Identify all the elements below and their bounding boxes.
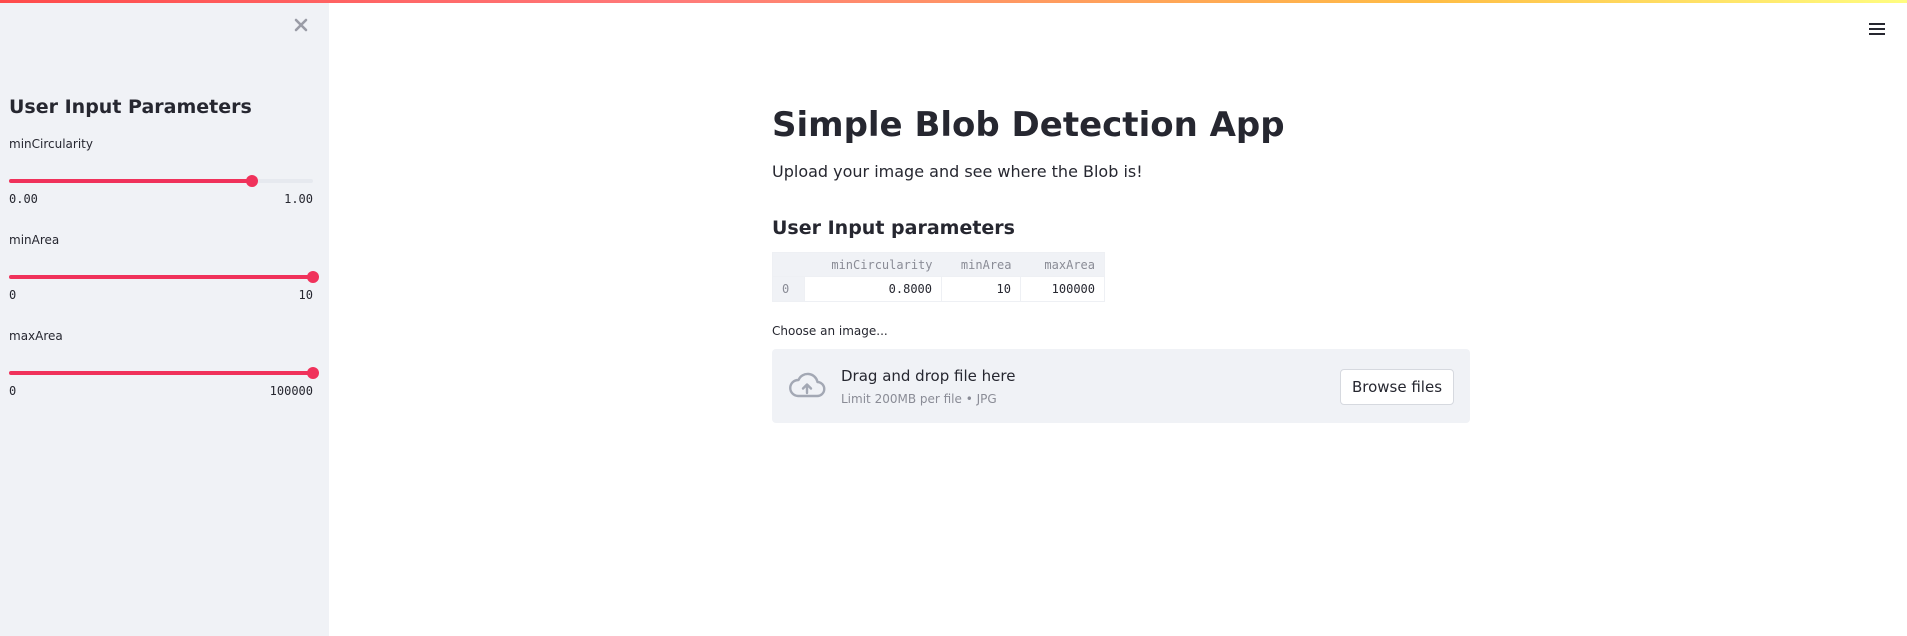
row-index: 0 (772, 276, 805, 302)
sidebar-close-button[interactable] (290, 14, 312, 36)
uploader-label: Choose an image... (772, 324, 888, 338)
sidebar-title: User Input Parameters (9, 96, 252, 118)
column-header[interactable]: minArea (941, 252, 1021, 277)
slider-min-label: 0.00 (9, 192, 38, 206)
slider-label: minCircularity (9, 137, 93, 151)
sidebar: User Input Parameters minCircularity 0.0… (0, 0, 329, 636)
page-title: Simple Blob Detection App (772, 105, 1285, 145)
page-subtitle: Upload your image and see where the Blob… (772, 162, 1143, 181)
slider-fill (9, 179, 253, 183)
slider-track[interactable] (9, 270, 319, 284)
cloud-upload-icon (789, 372, 826, 398)
slider-range-labels: 0 10 (9, 288, 313, 304)
slider-thumb[interactable] (246, 175, 259, 187)
slider-label: minArea (9, 233, 60, 247)
slider-min-circularity: minCircularity 0.00 1.00 (9, 136, 313, 208)
dropzone-instructions: Drag and drop file here (841, 367, 1016, 385)
slider-max-area: maxArea 0 100000 (9, 328, 319, 400)
slider-label: maxArea (9, 329, 63, 343)
top-decoration-bar (0, 0, 1907, 3)
slider-fill (9, 371, 313, 375)
slider-max-label: 100000 (269, 384, 313, 398)
file-dropzone[interactable]: Drag and drop file here Limit 200MB per … (772, 349, 1470, 423)
slider-thumb[interactable] (307, 271, 319, 283)
slider-max-label: 1.00 (284, 192, 313, 206)
close-icon (294, 18, 308, 32)
slider-thumb[interactable] (307, 367, 319, 379)
column-header[interactable]: minCircularity (804, 252, 942, 277)
column-header[interactable]: maxArea (1020, 252, 1105, 277)
slider-range-labels: 0 100000 (9, 384, 313, 400)
table-row: 0 0.8000 10 100000 (772, 276, 1105, 302)
slider-min-area: minArea 0 10 (9, 232, 319, 304)
slider-track[interactable] (9, 174, 313, 188)
slider-max-label: 10 (298, 288, 313, 302)
hamburger-menu-icon (1869, 23, 1885, 35)
params-heading: User Input parameters (772, 217, 1015, 239)
table-header-row: minCircularity minArea maxArea (772, 252, 1105, 277)
slider-min-label: 0 (9, 288, 17, 302)
main-menu-button[interactable] (1866, 18, 1888, 40)
dropzone-limit-text: Limit 200MB per file • JPG (841, 392, 997, 406)
index-header (772, 252, 805, 277)
table-cell[interactable]: 100000 (1020, 276, 1105, 302)
slider-fill (9, 275, 313, 279)
table-cell[interactable]: 0.8000 (804, 276, 942, 302)
slider-min-label: 0 (9, 384, 17, 398)
slider-track[interactable] (9, 366, 319, 380)
params-dataframe[interactable]: minCircularity minArea maxArea 0 0.8000 … (772, 252, 1105, 302)
browse-files-button[interactable]: Browse files (1340, 369, 1454, 405)
table-cell[interactable]: 10 (941, 276, 1021, 302)
slider-range-labels: 0.00 1.00 (9, 192, 313, 208)
